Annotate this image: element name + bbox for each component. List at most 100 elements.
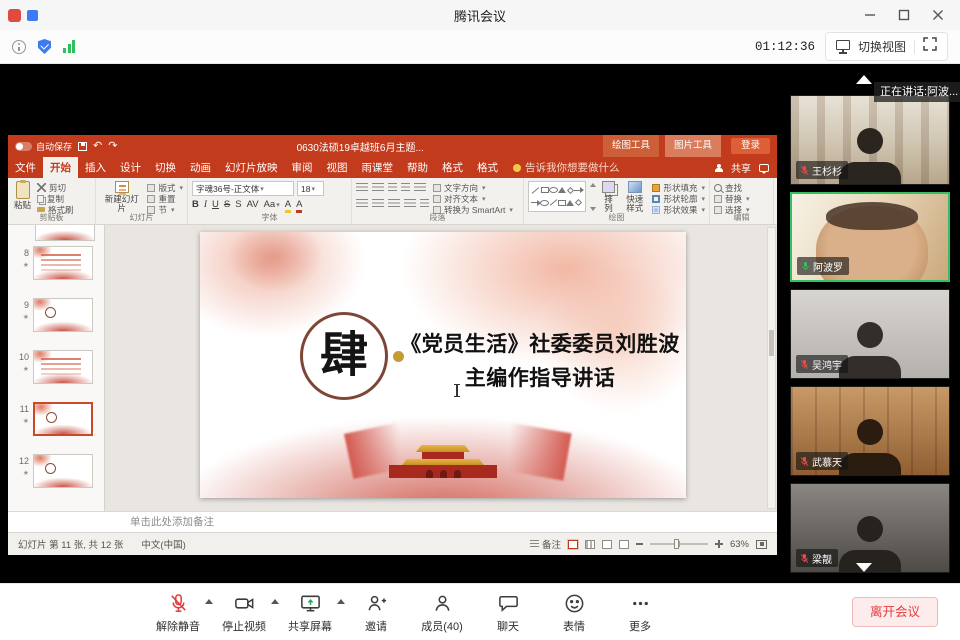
participant-video-1[interactable]: 王杉杉	[790, 95, 950, 185]
switch-view-button[interactable]: 切换视图	[858, 38, 906, 55]
align-text-button[interactable]: 对齐文本	[433, 193, 513, 204]
autosave-toggle[interactable]: 自动保存	[15, 140, 72, 153]
stop-video-button[interactable]: 停止视频	[222, 591, 266, 634]
meeting-info-icon[interactable]	[12, 40, 26, 54]
section-number-circle[interactable]: 肆	[300, 312, 388, 400]
shape-outline-button[interactable]: 形状轮廓	[652, 193, 705, 204]
ppt-tab-format-picture[interactable]: 格式	[470, 157, 505, 178]
ppt-tab-slideshow[interactable]: 幻灯片放映	[218, 157, 285, 178]
save-icon[interactable]	[78, 142, 87, 151]
tell-me-search[interactable]: 告诉我你想要做什么	[513, 157, 620, 178]
bullets-icon[interactable]	[356, 183, 368, 193]
slide-thumbnail-8[interactable]: 8	[8, 243, 104, 295]
participant-video-3[interactable]: 吴鸿宇	[790, 289, 950, 379]
slide-thumbnail-10[interactable]: 10	[8, 347, 104, 399]
copy-button[interactable]: 复制	[37, 193, 74, 204]
ppt-tab-view[interactable]: 视图	[320, 157, 355, 178]
decrease-indent-icon[interactable]	[388, 183, 397, 193]
maximize-button[interactable]	[890, 4, 918, 26]
columns-icon[interactable]	[420, 199, 429, 209]
shapes-gallery[interactable]	[528, 181, 586, 212]
zoom-out-button[interactable]	[636, 543, 643, 545]
arrange-button[interactable]: 排列	[600, 181, 617, 213]
unmute-options-caret[interactable]	[205, 599, 213, 604]
ppt-tab-design[interactable]: 设计	[113, 157, 148, 178]
leave-meeting-button[interactable]: 离开会议	[852, 597, 938, 627]
increase-indent-icon[interactable]	[401, 183, 410, 193]
ppt-tab-transitions[interactable]: 切换	[148, 157, 183, 178]
layout-button[interactable]: 版式	[147, 182, 183, 193]
find-button[interactable]: 查找	[714, 182, 750, 193]
shape-fill-button[interactable]: 形状填充	[652, 182, 705, 193]
highlight-color-button[interactable]: A	[285, 200, 291, 213]
font-size-select[interactable]: 18	[297, 181, 324, 196]
justify-icon[interactable]	[404, 199, 416, 209]
slide-editing-area[interactable]: 肆 《党员生活》社委委员刘胜波 主编作指导讲话	[105, 225, 777, 511]
ppt-tab-animations[interactable]: 动画	[183, 157, 218, 178]
zoom-slider[interactable]	[650, 543, 708, 545]
ppt-tab-rainclassroom[interactable]: 雨课堂	[355, 157, 401, 178]
ppt-tab-file[interactable]: 文件	[8, 157, 43, 178]
ppt-tab-home[interactable]: 开始	[43, 157, 78, 178]
slide-thumbnail-7[interactable]	[8, 225, 104, 243]
slide-thumbnail-9[interactable]: 9	[8, 295, 104, 347]
picture-tools-context-tab[interactable]: 图片工具	[665, 135, 721, 157]
scrollbar-thumb[interactable]	[769, 330, 774, 356]
ppt-share-button[interactable]: 共享	[731, 160, 751, 175]
chat-button[interactable]: 聊天	[486, 591, 530, 634]
quick-styles-button[interactable]: 快速样式	[621, 181, 648, 213]
emoji-button[interactable]: 表情	[552, 591, 596, 634]
new-slide-button[interactable]: 新建幻灯片	[100, 181, 143, 213]
zoom-level[interactable]: 63%	[730, 539, 749, 550]
share-screen-button[interactable]: 共享屏幕	[288, 591, 332, 634]
strikethrough-button[interactable]: S	[224, 199, 230, 210]
reading-view-button[interactable]	[602, 540, 612, 549]
slideshow-view-button[interactable]	[619, 540, 629, 549]
normal-view-button[interactable]	[568, 540, 578, 549]
drawing-tools-context-tab[interactable]: 绘图工具	[603, 135, 659, 157]
numbering-icon[interactable]	[372, 183, 384, 193]
align-center-icon[interactable]	[372, 199, 384, 209]
participant-video-5[interactable]: 梁靓	[790, 483, 950, 573]
unmute-button[interactable]: 解除静音	[156, 591, 200, 634]
undo-icon[interactable]: ↶	[93, 141, 102, 152]
slide-sorter-view-button[interactable]	[585, 540, 595, 549]
current-slide[interactable]: 肆 《党员生活》社委委员刘胜波 主编作指导讲话	[200, 232, 686, 498]
slide-scrollbar[interactable]	[767, 227, 776, 509]
text-direction-button[interactable]: 文字方向	[433, 182, 513, 193]
ppt-tab-format-drawing[interactable]: 格式	[435, 157, 470, 178]
redo-icon[interactable]: ↷	[108, 141, 117, 152]
notes-toggle-button[interactable]: 备注	[530, 537, 561, 551]
italic-button[interactable]: I	[204, 200, 207, 210]
close-button[interactable]	[924, 4, 952, 26]
ppt-tab-help[interactable]: 帮助	[400, 157, 435, 178]
ppt-tab-insert[interactable]: 插入	[78, 157, 113, 178]
pin-icon[interactable]	[27, 10, 38, 21]
font-color-button[interactable]: A	[296, 200, 302, 213]
invite-button[interactable]: 邀请	[354, 591, 398, 634]
zoom-slider-thumb[interactable]	[674, 539, 679, 549]
cut-button[interactable]: 剪切	[37, 182, 74, 193]
shapes-gallery-scroll[interactable]	[590, 181, 596, 213]
fit-to-window-button[interactable]	[756, 540, 767, 549]
collapse-panel-down-icon[interactable]	[856, 563, 872, 572]
login-button[interactable]: 登录	[731, 138, 770, 154]
minimize-button[interactable]	[856, 4, 884, 26]
align-right-icon[interactable]	[388, 199, 400, 209]
ppt-tab-review[interactable]: 审阅	[285, 157, 320, 178]
more-button[interactable]: 更多	[618, 591, 662, 634]
fullscreen-button[interactable]	[923, 37, 937, 56]
slide-thumbnail-11-selected[interactable]: 11	[8, 399, 104, 451]
share-options-caret[interactable]	[337, 599, 345, 604]
character-spacing-button[interactable]: AV	[247, 199, 259, 210]
zoom-in-button[interactable]	[715, 540, 723, 548]
paste-button[interactable]: 粘贴	[12, 181, 33, 213]
reset-button[interactable]: 重置	[147, 193, 183, 204]
slide-title-text[interactable]: 《党员生活》社委委员刘胜波 主编作指导讲话	[396, 327, 684, 395]
replace-button[interactable]: 替换	[714, 193, 750, 204]
participant-video-2-speaking[interactable]: 阿波罗	[790, 192, 950, 282]
notes-pane[interactable]: 单击此处添加备注	[8, 511, 777, 532]
collapse-panel-up-icon[interactable]	[856, 75, 872, 84]
line-spacing-icon[interactable]	[414, 183, 426, 193]
text-shadow-button[interactable]: S	[235, 199, 241, 210]
